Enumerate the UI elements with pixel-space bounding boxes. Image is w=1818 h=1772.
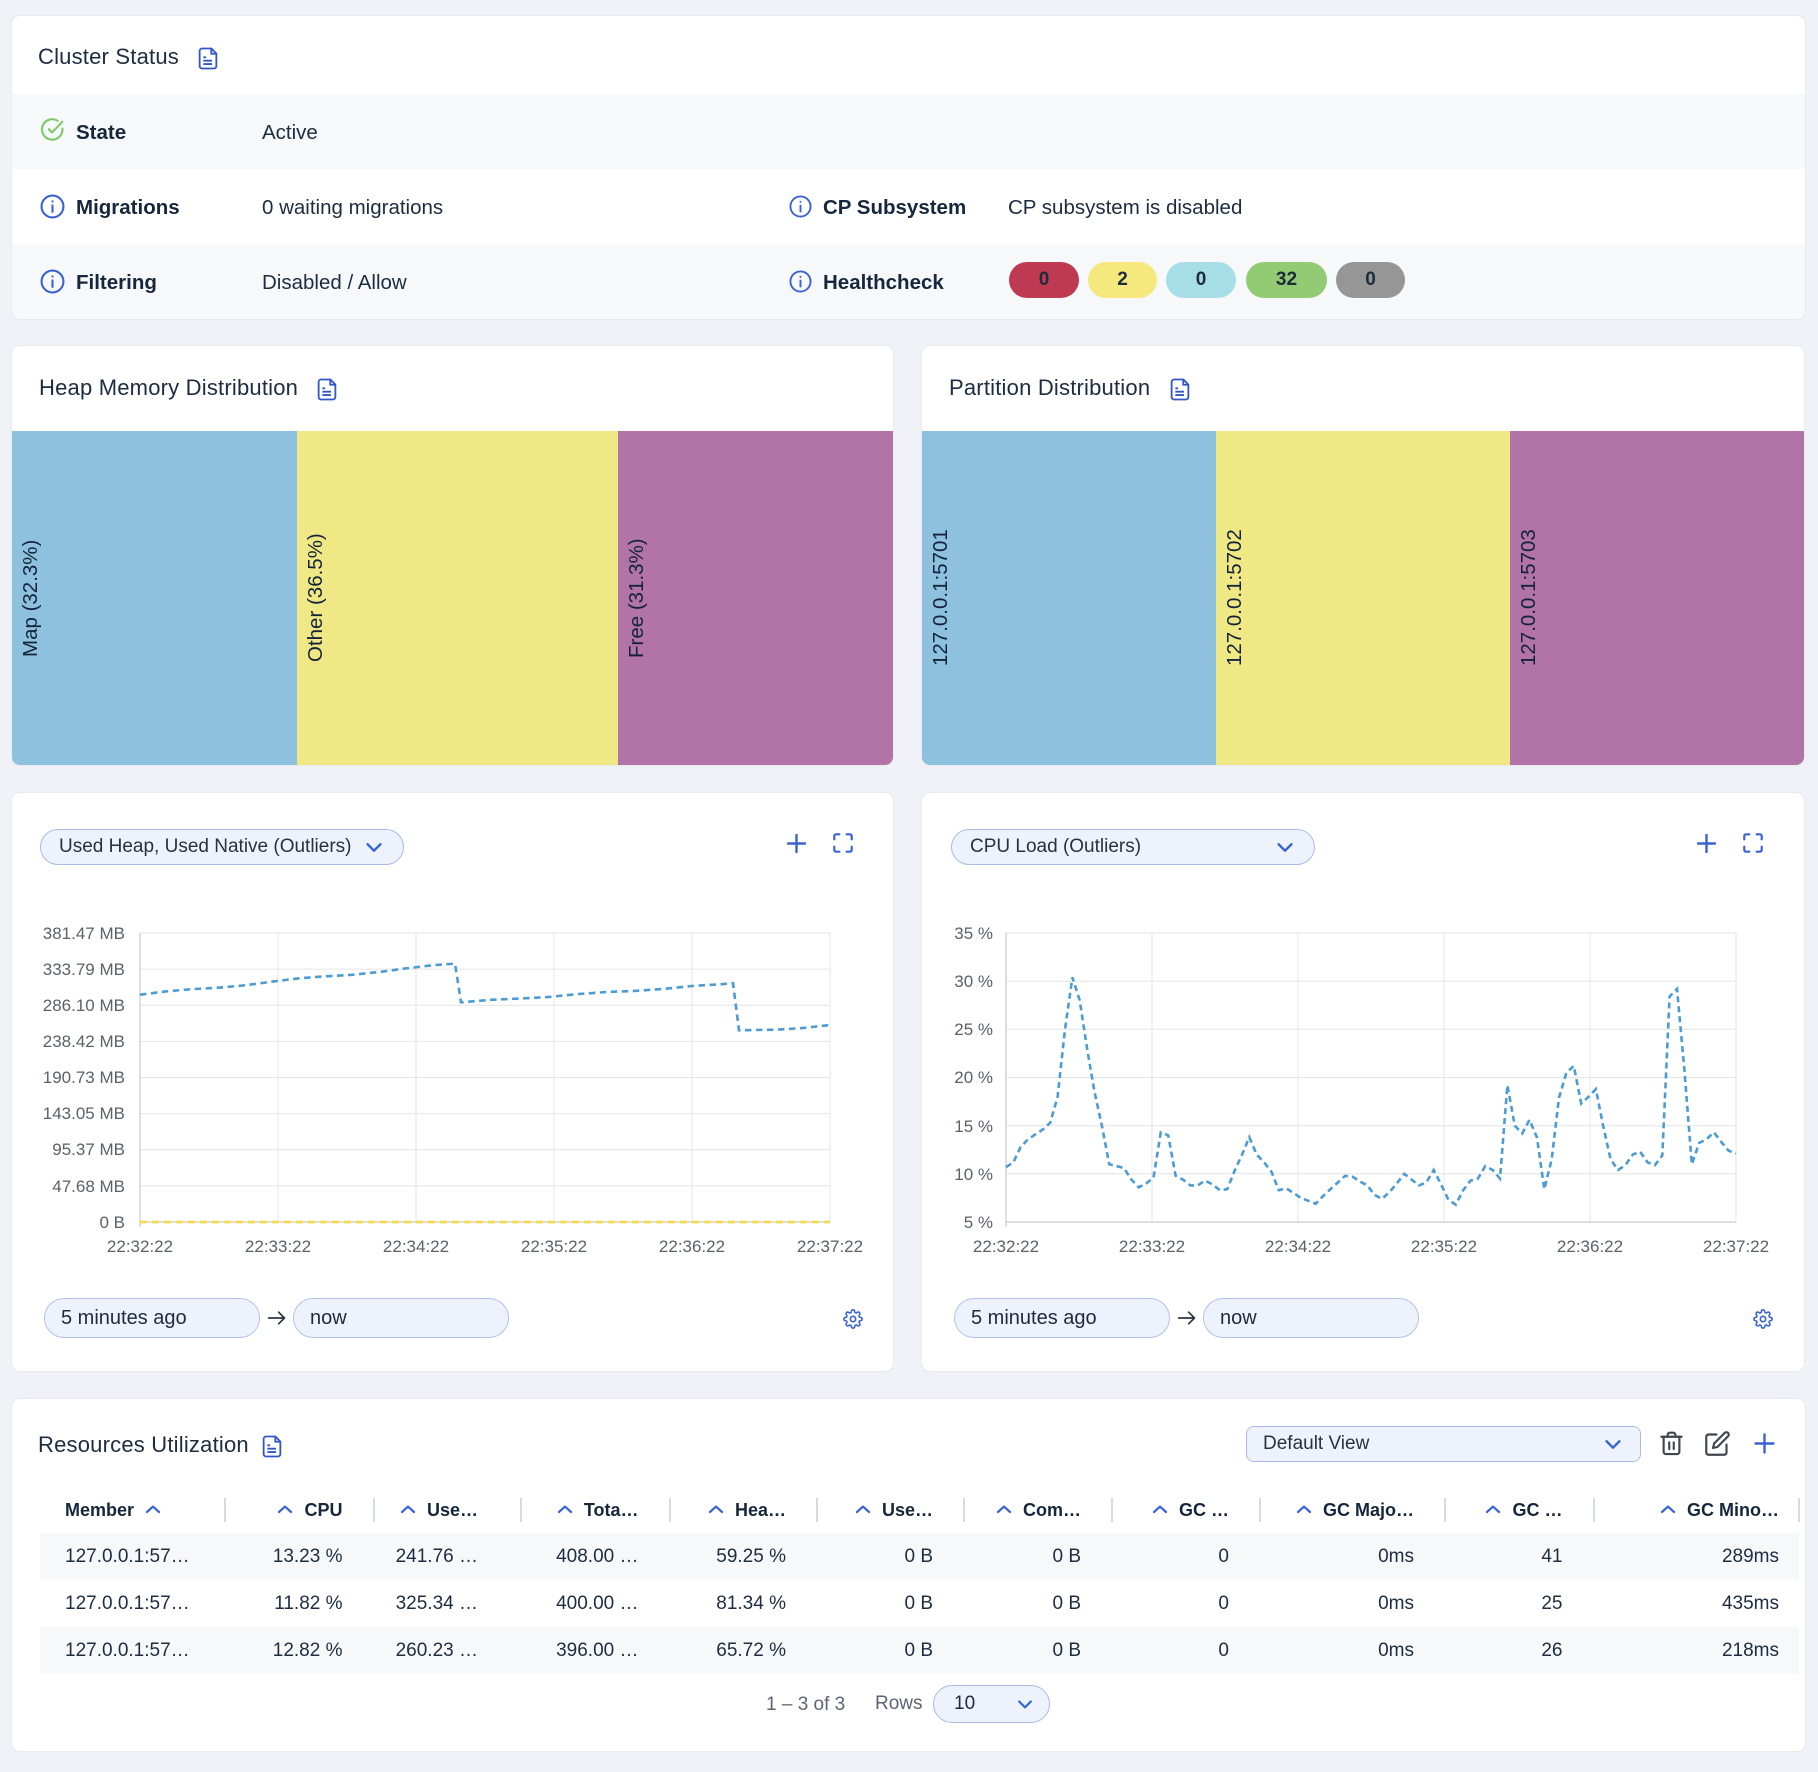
- svg-text:381.47 MB: 381.47 MB: [43, 924, 125, 943]
- svg-text:22:34:22: 22:34:22: [1265, 1237, 1331, 1256]
- svg-text:22:33:22: 22:33:22: [245, 1237, 311, 1256]
- svg-text:22:36:22: 22:36:22: [659, 1237, 725, 1256]
- svg-text:22:35:22: 22:35:22: [521, 1237, 587, 1256]
- svg-text:286.10 MB: 286.10 MB: [43, 996, 125, 1015]
- svg-text:238.42 MB: 238.42 MB: [43, 1032, 125, 1051]
- svg-text:143.05 MB: 143.05 MB: [43, 1104, 125, 1123]
- svg-text:0 B: 0 B: [99, 1213, 125, 1232]
- svg-text:47.68 MB: 47.68 MB: [52, 1177, 125, 1196]
- svg-text:22:37:22: 22:37:22: [1703, 1237, 1769, 1256]
- svg-text:20 %: 20 %: [954, 1068, 993, 1087]
- svg-text:22:32:22: 22:32:22: [107, 1237, 173, 1256]
- svg-text:30 %: 30 %: [954, 972, 993, 991]
- svg-text:22:32:22: 22:32:22: [973, 1237, 1039, 1256]
- svg-text:333.79 MB: 333.79 MB: [43, 960, 125, 979]
- svg-text:190.73 MB: 190.73 MB: [43, 1068, 125, 1087]
- svg-text:5 %: 5 %: [964, 1213, 993, 1232]
- svg-text:22:37:22: 22:37:22: [797, 1237, 863, 1256]
- svg-text:22:34:22: 22:34:22: [383, 1237, 449, 1256]
- svg-text:15 %: 15 %: [954, 1117, 993, 1136]
- svg-text:95.37 MB: 95.37 MB: [52, 1140, 125, 1159]
- svg-text:25 %: 25 %: [954, 1020, 993, 1039]
- svg-text:35 %: 35 %: [954, 924, 993, 943]
- svg-text:10 %: 10 %: [954, 1165, 993, 1184]
- svg-text:22:33:22: 22:33:22: [1119, 1237, 1185, 1256]
- svg-text:22:36:22: 22:36:22: [1557, 1237, 1623, 1256]
- svg-text:22:35:22: 22:35:22: [1411, 1237, 1477, 1256]
